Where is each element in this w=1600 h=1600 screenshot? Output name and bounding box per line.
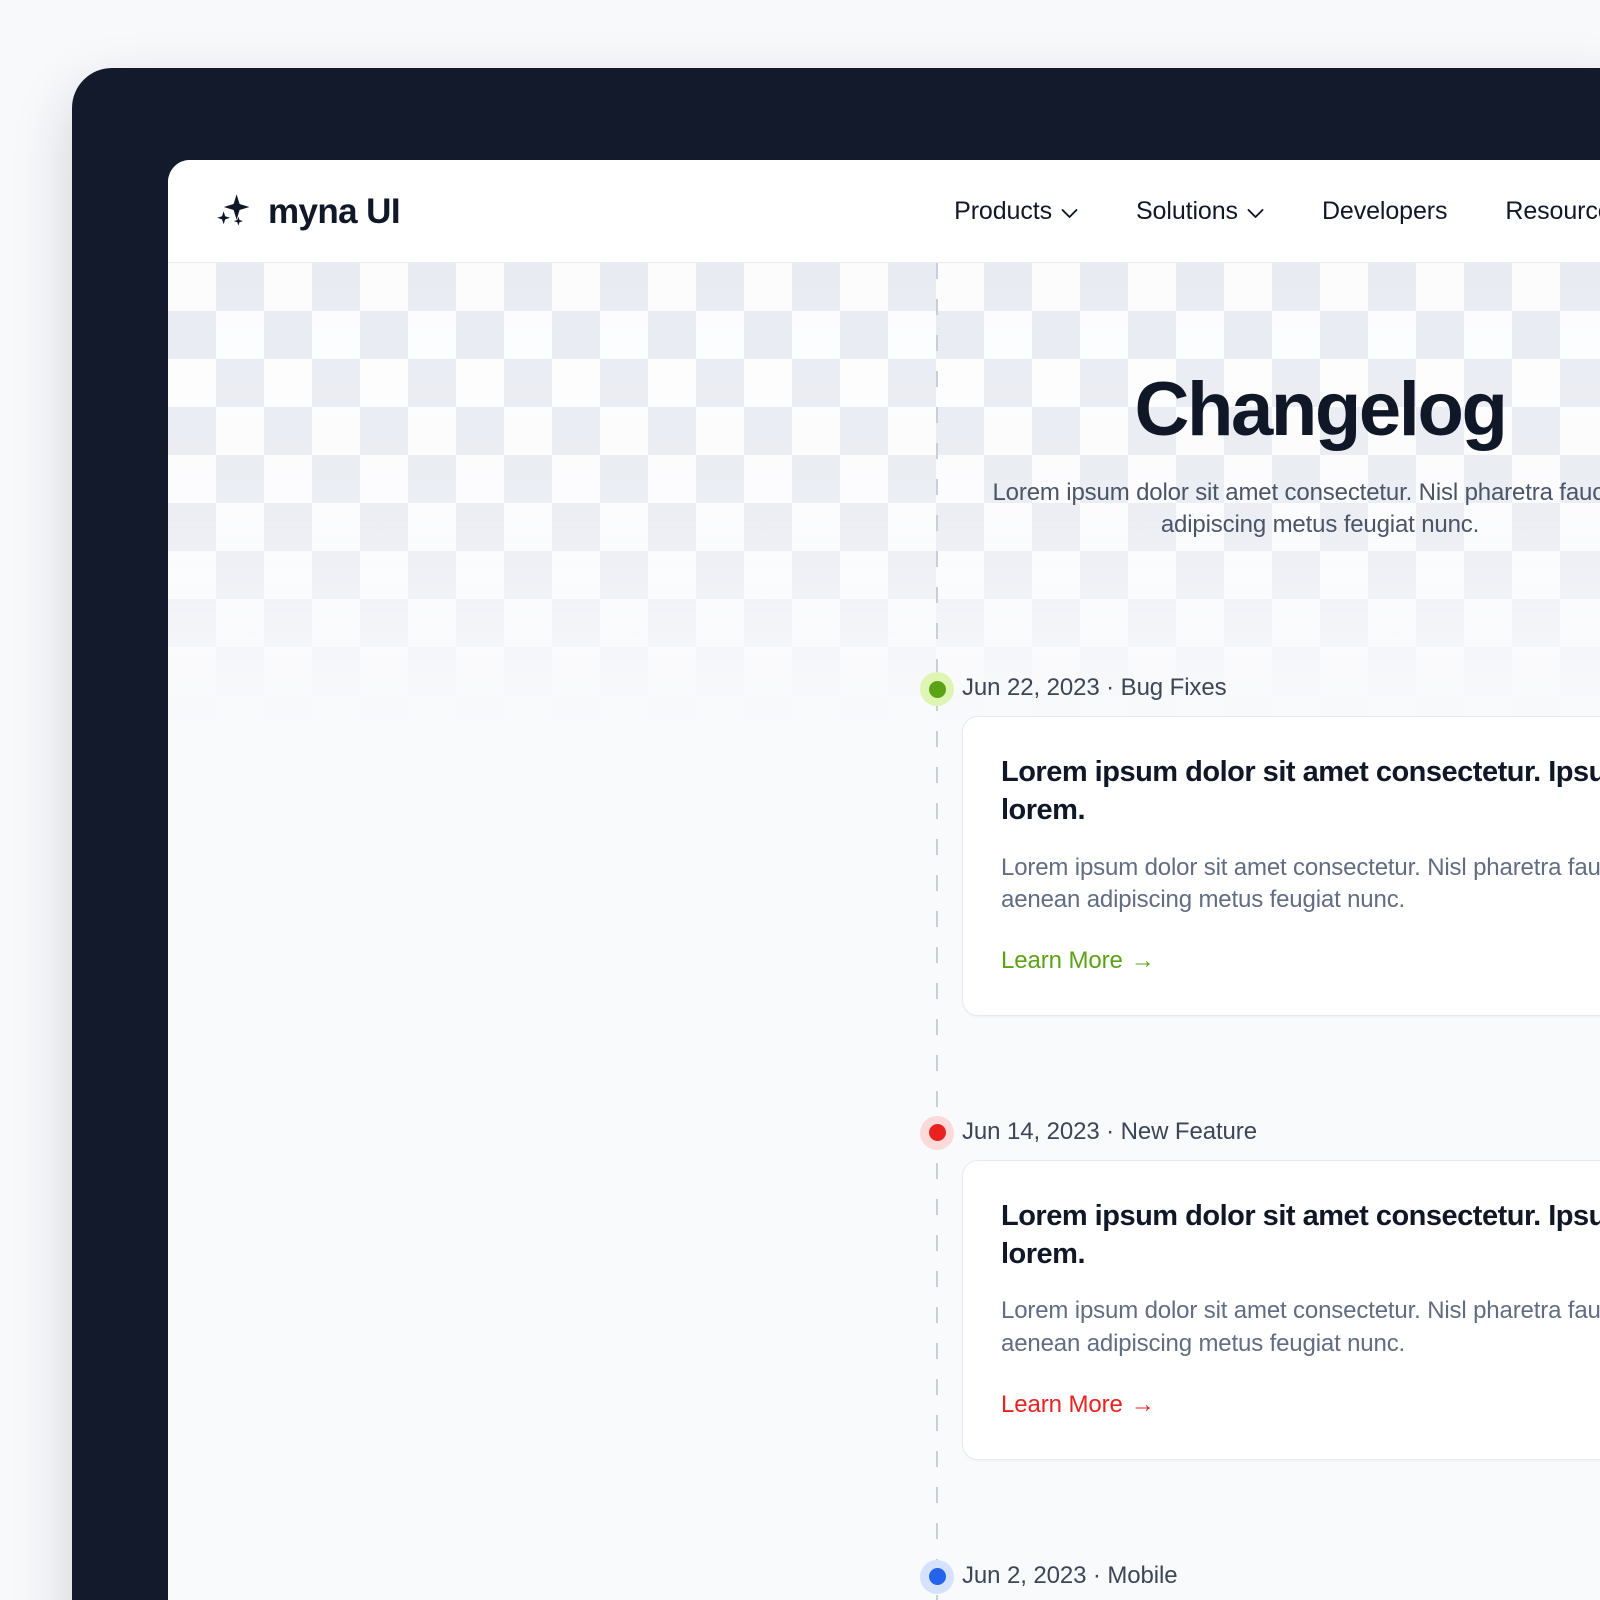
nav-item-label: Developers xyxy=(1321,196,1448,225)
changelog-card: Lorem ipsum dolor sit amet consectetur. … xyxy=(962,716,1600,1016)
chevron-down-icon xyxy=(1247,208,1264,218)
entry-tag: New Feature xyxy=(1120,1117,1257,1145)
chevron-down-icon xyxy=(1061,208,1078,218)
card-description: Lorem ipsum dolor sit amet consectetur. … xyxy=(1001,1297,1600,1357)
brand-name: myna UI xyxy=(268,191,401,231)
arrow-right-icon: → xyxy=(1130,1390,1155,1418)
entry-separator: · xyxy=(1106,674,1115,701)
card-title: Lorem ipsum dolor sit amet consectetur. … xyxy=(1001,756,1600,827)
site-header: myna UI Products Solutions Developers Re… xyxy=(168,160,1600,263)
entry-date: Jun 22, 2023 xyxy=(962,674,1100,701)
nav-item-developers[interactable]: Developers xyxy=(1321,196,1448,226)
changelog-entry: Jun 14, 2023 · New Feature Lorem ipsum d… xyxy=(168,1052,1600,1460)
nav-item-resources[interactable]: Resources xyxy=(1505,197,1600,226)
changelog-entry: Jun 2, 2023 · Mobile Lorem ipsum dolor s… xyxy=(168,1496,1600,1600)
nav-item-label: Products xyxy=(954,196,1052,225)
arrow-right-icon: → xyxy=(1130,946,1155,974)
entry-body: Lorem ipsum dolor sit amet consectetur. … xyxy=(962,674,1600,1016)
nav-item-solutions[interactable]: Solutions xyxy=(1136,197,1264,226)
card-description: Lorem ipsum dolor sit amet consectetur. … xyxy=(1001,853,1600,914)
changelog-entry: Jun 22, 2023 · Bug Fixes Lorem ipsum dol… xyxy=(168,672,1600,1016)
page-title: Changelog xyxy=(1134,367,1507,452)
entry-separator: · xyxy=(1106,1117,1115,1145)
timeline-dot xyxy=(920,1115,954,1150)
changelog-timeline: Jun 22, 2023 · Bug Fixes Lorem ipsum dol… xyxy=(168,672,1600,1600)
changelog-card: Lorem ipsum dolor sit amet consectetur. … xyxy=(962,1159,1600,1460)
learn-more-label: Learn More xyxy=(1001,1390,1123,1418)
nav-item-label: Solutions xyxy=(1135,196,1238,225)
entry-body: Lorem ipsum dolor sit amet consectetur. … xyxy=(962,1052,1600,1460)
learn-more-link[interactable]: Learn More → xyxy=(1001,947,1155,975)
nav-item-products[interactable]: Products xyxy=(954,197,1078,226)
entry-date: Jun 2, 2023 xyxy=(962,1561,1087,1589)
entry-date: Jun 14, 2023 xyxy=(962,1117,1100,1145)
timeline-dot-core xyxy=(928,1568,946,1586)
timeline-dot-core xyxy=(928,680,946,698)
timeline-dot xyxy=(920,672,954,706)
timeline-dot-core xyxy=(928,1124,946,1142)
entry-meta: Jun 2, 2023 · Mobile xyxy=(962,1562,1178,1590)
entry-tag: Mobile xyxy=(1107,1561,1178,1589)
browser-viewport: myna UI Products Solutions Developers Re… xyxy=(168,160,1600,1600)
sparkle-icon xyxy=(217,194,250,226)
learn-more-link[interactable]: Learn More → xyxy=(1001,1391,1155,1419)
nav-item-label: Resources xyxy=(1505,196,1600,225)
main-nav: Products Solutions Developers Resourc xyxy=(954,197,1600,226)
timeline-dot xyxy=(920,1559,954,1594)
page-subtitle: Lorem ipsum dolor sit amet consectetur. … xyxy=(992,478,1600,538)
brand-logo-link[interactable]: myna UI xyxy=(214,191,401,231)
entry-separator: · xyxy=(1092,1561,1101,1589)
content-column: Changelog Lorem ipsum dolor sit amet con… xyxy=(168,263,1600,1600)
entry-meta: Jun 14, 2023 · New Feature xyxy=(962,1118,1257,1146)
page-root: myna UI Products Solutions Developers Re… xyxy=(0,0,1600,1600)
hero-section: Changelog Lorem ipsum dolor sit amet con… xyxy=(936,371,1600,541)
entry-tag: Bug Fixes xyxy=(1120,674,1227,701)
device-frame: myna UI Products Solutions Developers Re… xyxy=(72,68,1600,1600)
learn-more-label: Learn More xyxy=(1001,946,1123,974)
page-body: Changelog Lorem ipsum dolor sit amet con… xyxy=(168,263,1600,1600)
entry-meta: Jun 22, 2023 · Bug Fixes xyxy=(962,674,1227,702)
card-title: Lorem ipsum dolor sit amet consectetur. … xyxy=(1001,1199,1600,1271)
